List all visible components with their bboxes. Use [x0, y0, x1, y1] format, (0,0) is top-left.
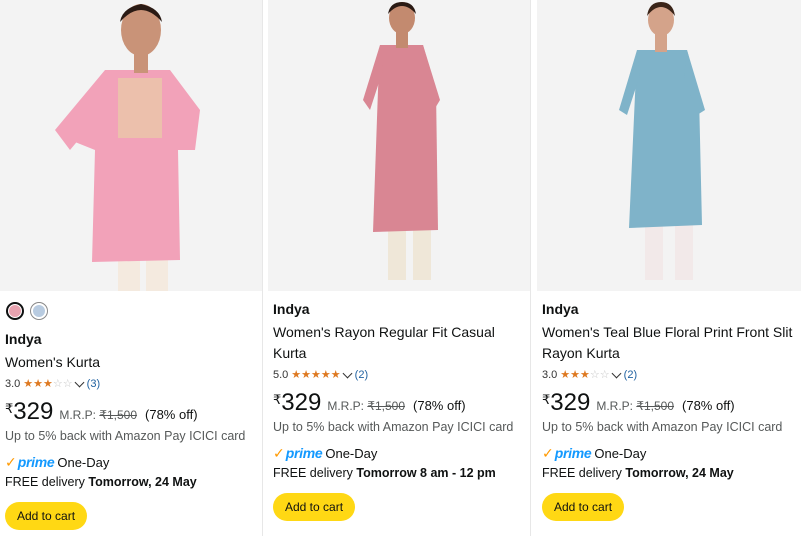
product-image[interactable]	[0, 0, 262, 291]
star-icon: ★	[320, 368, 331, 381]
discount: (78% off)	[413, 398, 466, 413]
product-image[interactable]	[537, 0, 801, 291]
star-rating-icon[interactable]: ★ ★ ★ ☆ ☆	[560, 368, 610, 381]
prime-badge: ✓ prime One-Day	[5, 454, 256, 471]
discount: (78% off)	[682, 398, 735, 413]
price-row: ₹ 329 M.R.P: ₹1,500 (78% off)	[273, 391, 524, 415]
delivery-prefix: FREE delivery	[5, 475, 85, 489]
rating-value: 3.0	[5, 378, 21, 390]
color-swatches	[6, 302, 48, 320]
delivery-info: FREE delivery Tomorrow, 24 May	[542, 465, 795, 481]
prime-logo: prime	[554, 445, 592, 461]
one-day-label: One-Day	[325, 446, 378, 461]
delivery-date: Tomorrow 8 am - 12 pm	[356, 466, 496, 480]
star-icon: ★	[330, 368, 341, 381]
delivery-info: FREE delivery Tomorrow, 24 May	[5, 474, 256, 490]
discount: (78% off)	[145, 407, 198, 422]
rating-row: 3.0 ★ ★ ★ ☆ ☆ (2)	[542, 367, 795, 383]
product-title[interactable]: Women's Kurta	[5, 352, 256, 373]
review-count[interactable]: (2)	[624, 369, 637, 381]
chevron-down-icon[interactable]	[611, 368, 622, 379]
prime-check-icon: ✓	[542, 445, 554, 461]
rating-value: 5.0	[273, 369, 289, 381]
mrp: M.R.P: ₹1,500	[59, 408, 137, 422]
product-title[interactable]: Women's Teal Blue Floral Print Front Sli…	[542, 322, 795, 364]
brand-name: Indya	[5, 331, 42, 347]
add-to-cart-button[interactable]: Add to cart	[273, 493, 356, 521]
mrp-value: ₹1,500	[99, 408, 138, 422]
prime-badge: ✓ prime One-Day	[273, 445, 524, 462]
delivery-date: Tomorrow, 24 May	[625, 466, 734, 480]
star-icon: ☆	[52, 377, 63, 390]
star-rating-icon[interactable]: ★ ★ ★ ☆ ☆	[23, 377, 73, 390]
mrp: M.R.P: ₹1,500	[327, 399, 405, 413]
currency-symbol: ₹	[542, 392, 551, 407]
brand-name: Indya	[273, 301, 310, 317]
star-icon: ☆	[62, 377, 73, 390]
star-icon: ★	[560, 368, 571, 381]
rating-row: 5.0 ★ ★ ★ ★ ★ (2)	[273, 367, 524, 383]
star-icon: ★	[43, 377, 53, 390]
rating-row: 3.0 ★ ★ ★ ☆ ☆ (3)	[5, 376, 256, 392]
add-to-cart-button[interactable]: Add to cart	[542, 493, 625, 521]
delivery-prefix: FREE delivery	[273, 466, 353, 480]
rating-value: 3.0	[542, 369, 558, 381]
mrp-label: M.R.P:	[59, 408, 96, 422]
cashback-offer: Up to 5% back with Amazon Pay ICICI card	[273, 420, 514, 434]
star-icon: ★	[33, 377, 44, 390]
star-icon: ★	[291, 368, 302, 381]
currency-symbol: ₹	[273, 392, 282, 407]
product-card[interactable]: Indya Women's Rayon Regular Fit Casual K…	[268, 0, 531, 536]
mrp-label: M.R.P:	[327, 399, 364, 413]
mrp-label: M.R.P:	[596, 399, 633, 413]
product-title[interactable]: Women's Rayon Regular Fit Casual Kurta	[273, 322, 524, 364]
cashback-offer: Up to 5% back with Amazon Pay ICICI card	[5, 429, 246, 443]
cashback-offer: Up to 5% back with Amazon Pay ICICI card	[542, 420, 783, 434]
price: 329	[13, 398, 54, 425]
delivery-info: FREE delivery Tomorrow 8 am - 12 pm	[273, 465, 524, 481]
star-icon: ★	[23, 377, 34, 390]
currency-symbol: ₹	[5, 401, 14, 416]
product-card[interactable]: Indya Women's Kurta 3.0 ★ ★ ★ ☆ ☆ (3) ₹ 329 …	[0, 0, 263, 536]
brand-name: Indya	[542, 301, 579, 317]
price: 329	[281, 389, 322, 416]
prime-logo: prime	[17, 454, 55, 470]
mrp: M.R.P: ₹1,500	[596, 399, 674, 413]
add-to-cart-button[interactable]: Add to cart	[5, 502, 88, 530]
star-icon: ★	[580, 368, 590, 381]
star-icon: ☆	[599, 368, 610, 381]
prime-badge: ✓ prime One-Day	[542, 445, 795, 462]
chevron-down-icon[interactable]	[342, 368, 353, 379]
star-icon: ☆	[589, 368, 600, 381]
price-row: ₹ 329 M.R.P: ₹1,500 (78% off)	[542, 391, 795, 415]
mrp-value: ₹1,500	[367, 399, 406, 413]
prime-check-icon: ✓	[273, 445, 285, 461]
product-image[interactable]	[268, 0, 530, 291]
review-count[interactable]: (2)	[355, 369, 368, 381]
color-swatch-pink[interactable]	[6, 302, 24, 320]
price: 329	[550, 389, 591, 416]
delivery-date: Tomorrow, 24 May	[88, 475, 197, 489]
color-swatch-blue[interactable]	[30, 302, 48, 320]
mrp-value: ₹1,500	[636, 399, 675, 413]
star-rating-icon[interactable]: ★ ★ ★ ★ ★	[291, 368, 341, 381]
price-row: ₹ 329 M.R.P: ₹1,500 (78% off)	[5, 400, 256, 424]
prime-check-icon: ✓	[5, 454, 17, 470]
star-icon: ★	[311, 368, 321, 381]
review-count[interactable]: (3)	[87, 378, 100, 390]
one-day-label: One-Day	[57, 455, 110, 470]
product-card[interactable]: Indya Women's Teal Blue Floral Print Fro…	[537, 0, 801, 536]
star-icon: ★	[301, 368, 312, 381]
star-icon: ★	[570, 368, 581, 381]
delivery-prefix: FREE delivery	[542, 466, 622, 480]
one-day-label: One-Day	[594, 446, 647, 461]
chevron-down-icon[interactable]	[74, 377, 85, 388]
prime-logo: prime	[285, 445, 323, 461]
